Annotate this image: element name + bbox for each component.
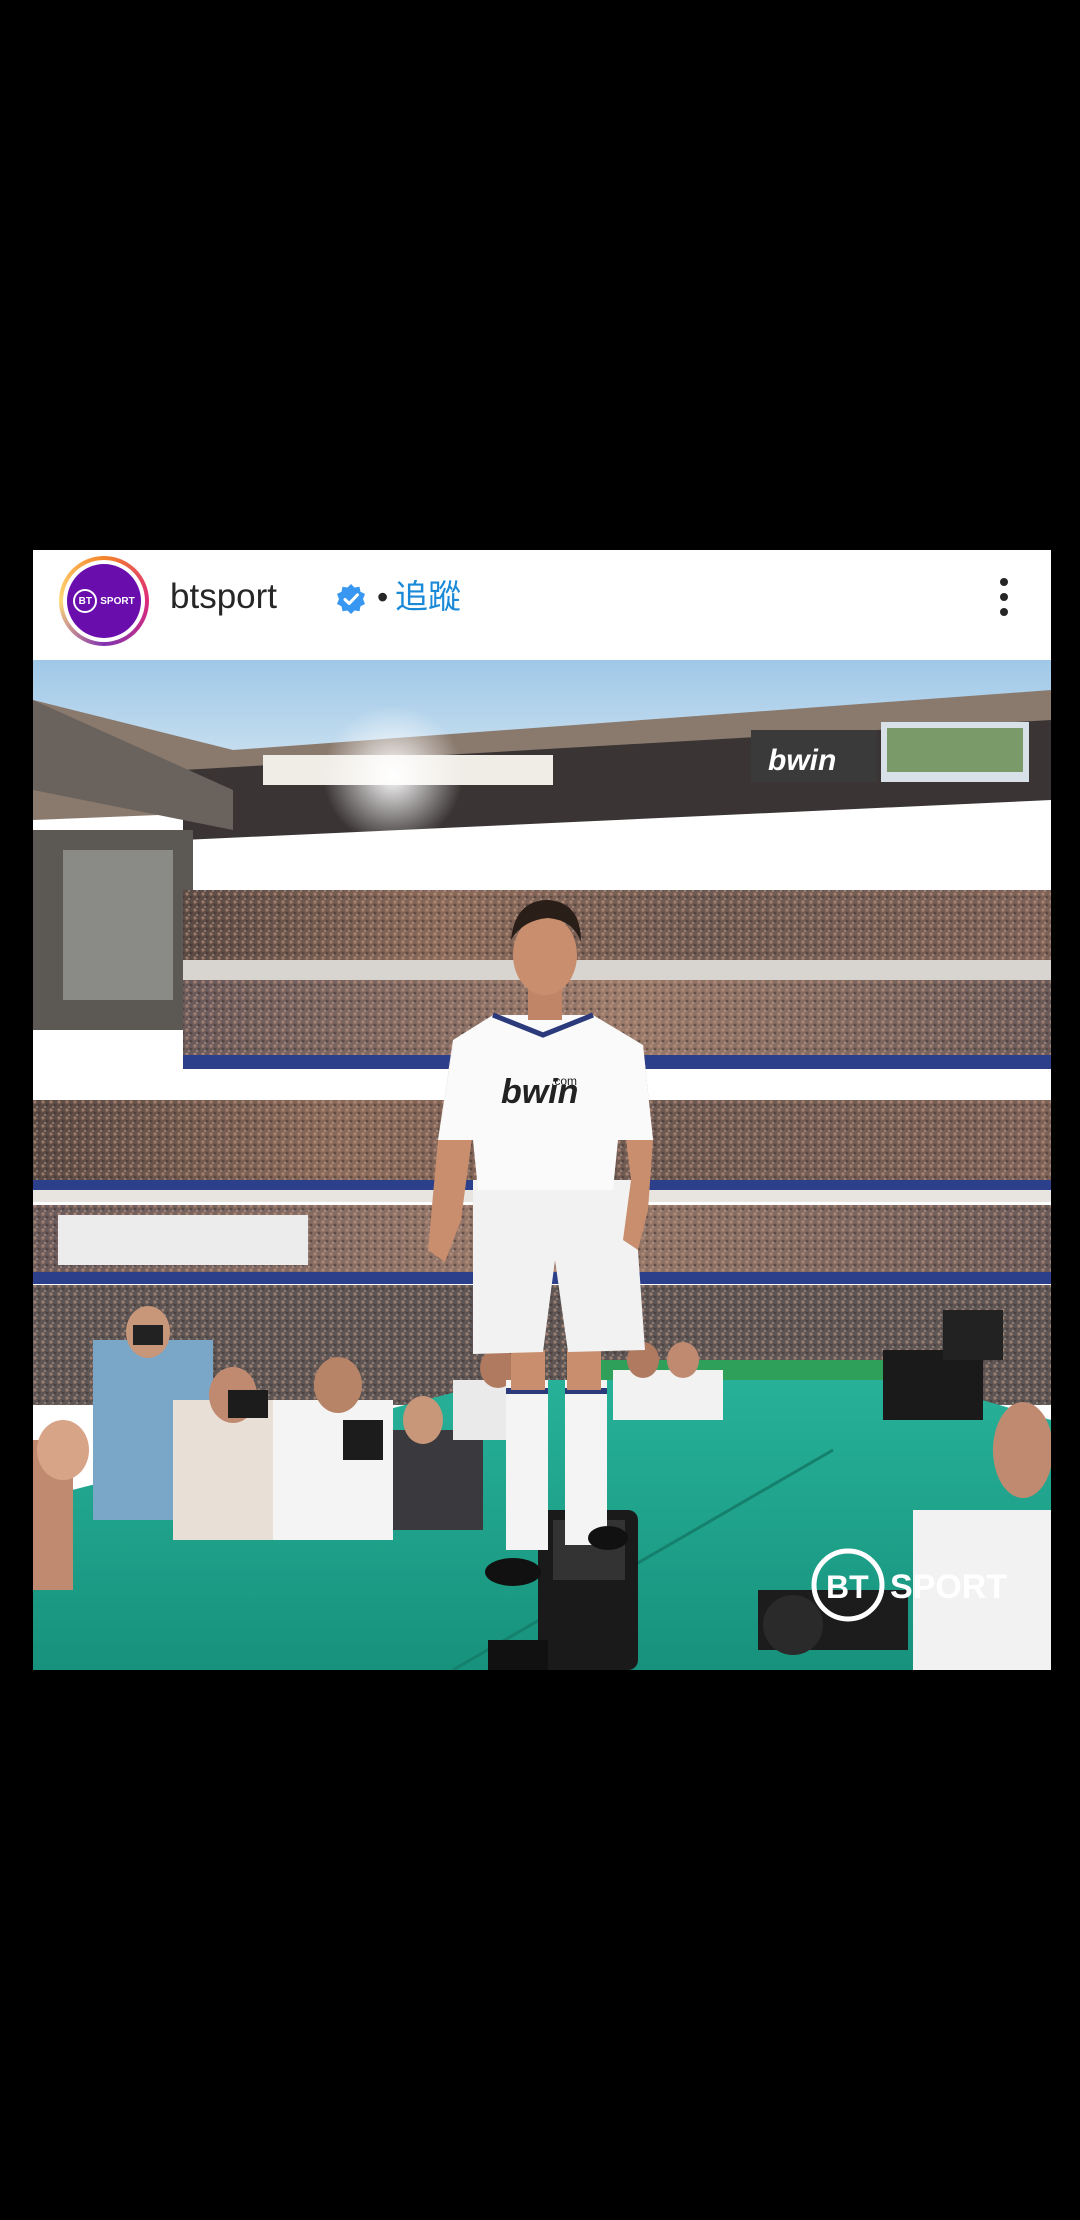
avatar-logo-sport: SPORT — [100, 595, 135, 607]
username[interactable]: btsport — [170, 572, 277, 622]
more-vertical-icon[interactable] — [989, 572, 1019, 622]
avatar-image: BT SPORT — [67, 564, 141, 638]
watermark-bt: BT — [826, 1569, 869, 1605]
avatar-ring-inner: BT SPORT — [63, 560, 145, 642]
avatar-logo-bt: BT — [73, 589, 98, 613]
verified-badge-icon — [337, 584, 365, 614]
post-photo[interactable]: bwin bwin .com BT SPORT — [33, 660, 1051, 1670]
stand-banner-text: bwin — [768, 744, 836, 777]
watermark-sport: SPORT — [890, 1568, 1007, 1606]
separator-dot: • — [377, 579, 389, 615]
bt-sport-logo-icon: BT SPORT — [73, 589, 135, 613]
post-card: BT SPORT btsport • 追蹤 bwin bwin .com BT … — [33, 550, 1051, 1670]
avatar[interactable]: BT SPORT — [59, 556, 149, 646]
post-header: BT SPORT btsport • 追蹤 — [33, 550, 1051, 660]
jersey-sponsor-suffix: .com — [551, 1074, 577, 1088]
stadium-photo: bwin bwin .com BT SPORT — [33, 660, 1051, 1670]
follow-button[interactable]: 追蹤 — [395, 572, 461, 622]
